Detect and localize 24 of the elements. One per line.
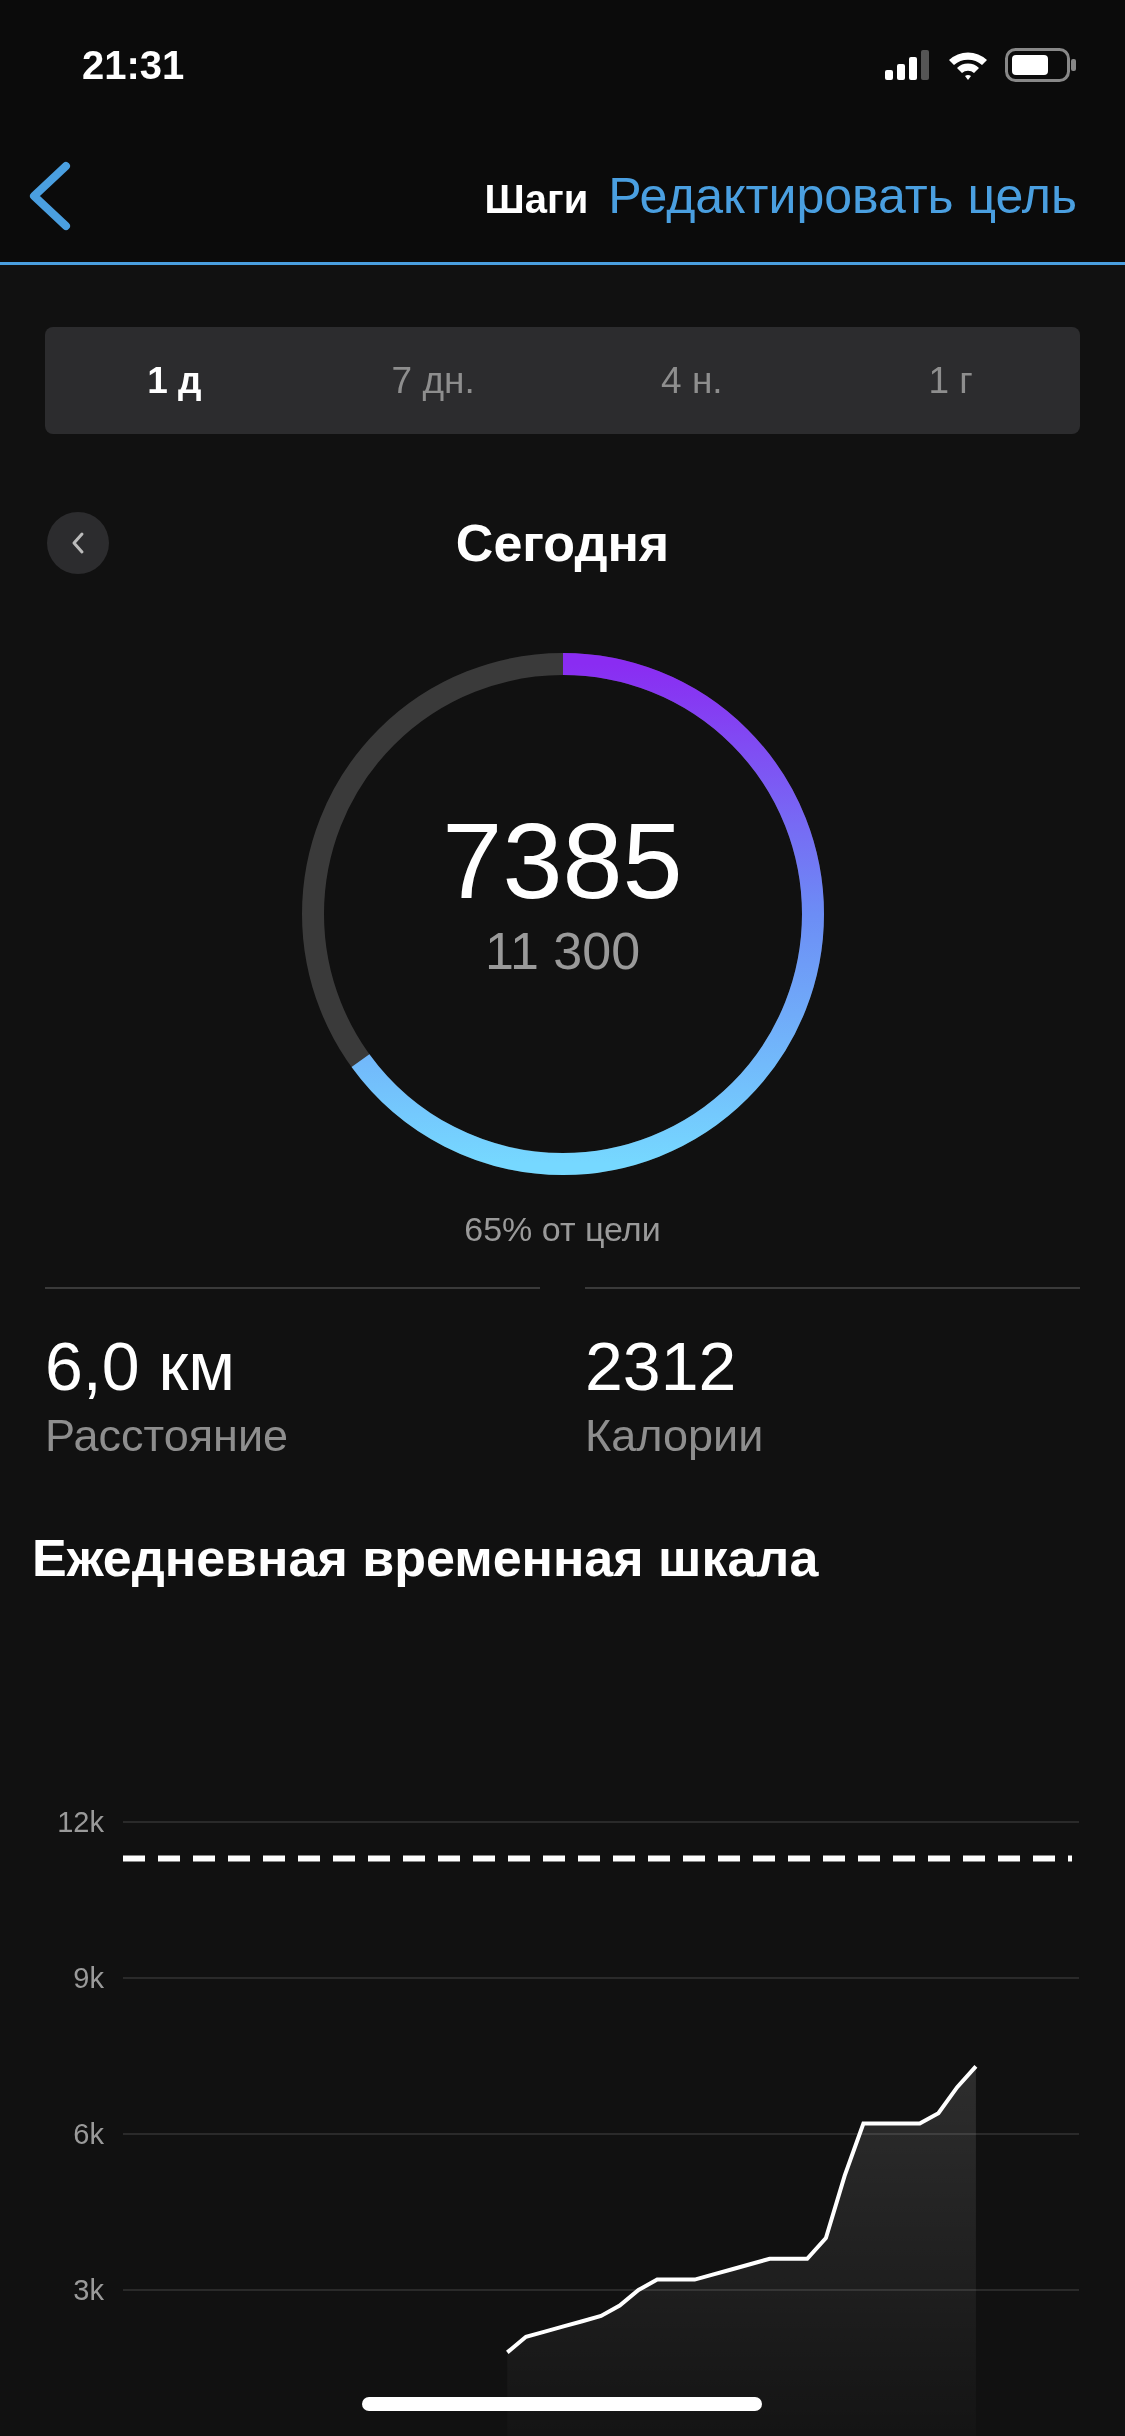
- axis-label: 6k: [73, 2118, 104, 2150]
- step-goal: 11 300: [484, 921, 641, 981]
- back-icon[interactable]: [28, 161, 72, 231]
- axis-label: 12k: [57, 1806, 104, 1838]
- battery-icon: [1005, 48, 1077, 82]
- axis-label: 3k: [73, 2274, 104, 2306]
- status-time: 21:31: [82, 42, 185, 88]
- period-tab[interactable]: 1 д: [45, 339, 304, 422]
- period-tab[interactable]: 7 дн.: [303, 339, 563, 422]
- section-title: Ежедневная временная шкала: [32, 1527, 820, 1588]
- screen-title: Шаги: [484, 177, 589, 222]
- chevron-icon: [70, 531, 86, 555]
- stat-label: Калории: [585, 1409, 765, 1462]
- stat-value: 6,0 км: [45, 1329, 236, 1404]
- stat-value: 2312: [585, 1329, 738, 1404]
- step-count: 7385: [442, 807, 683, 915]
- axis-label: 9k: [73, 1962, 104, 1994]
- edit-goal-link[interactable]: Редактировать цель: [608, 167, 1077, 225]
- goal-percent: 65% от цели: [464, 1210, 661, 1249]
- signal-icon: [885, 50, 931, 80]
- period-tab[interactable]: 4 н.: [562, 339, 822, 422]
- period-title: Сегодня: [455, 513, 670, 573]
- period-tab[interactable]: 1 г: [821, 339, 1080, 422]
- stat-label: Расстояние: [45, 1409, 290, 1462]
